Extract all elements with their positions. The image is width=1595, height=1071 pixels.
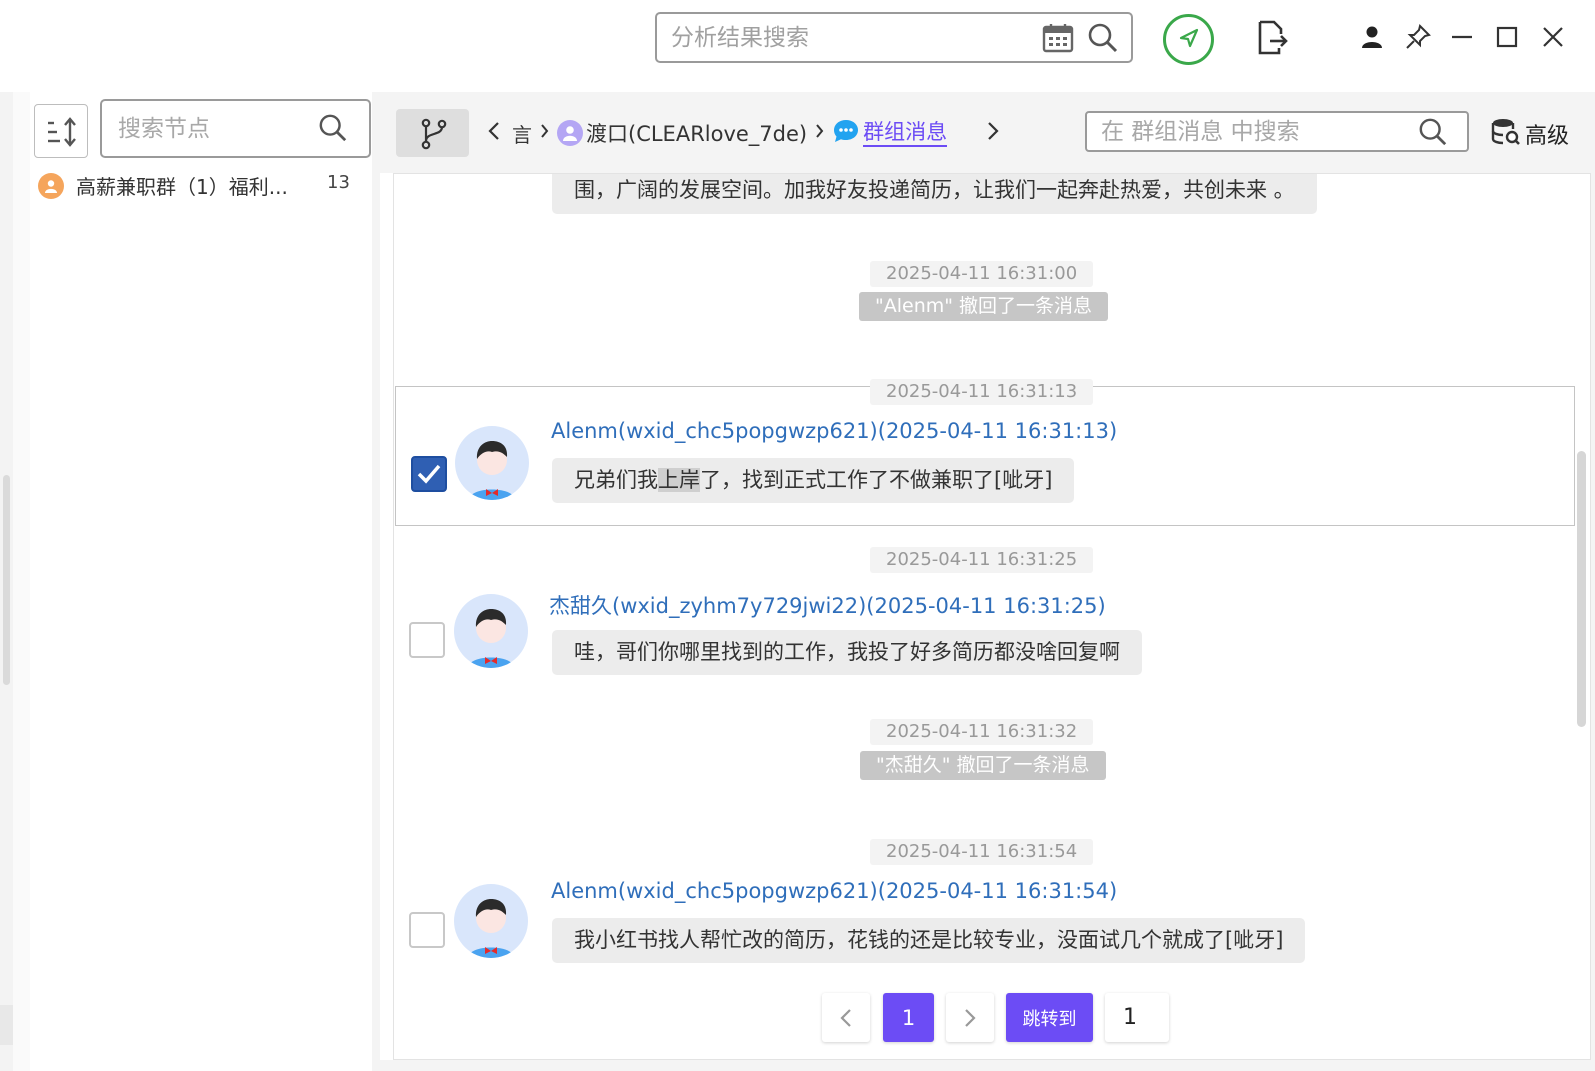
- message-checkbox[interactable]: [411, 456, 447, 492]
- page-button-current[interactable]: 1: [883, 993, 934, 1042]
- breadcrumb: 言 渡口(CLEARlove_7de) 群组消息: [488, 118, 999, 148]
- title-bar: [0, 0, 1595, 90]
- message-sender[interactable]: 杰甜久(wxid_zyhm7y729jwi22)(2025-04-11 16:3…: [549, 590, 1106, 620]
- message-bubble: 兄弟们我上岸了，找到正式工作了不做兼职了[呲牙]: [552, 458, 1075, 503]
- message-timestamp: 2025-04-11 16:31:54: [870, 839, 1094, 865]
- result-search-box[interactable]: [655, 12, 1133, 63]
- message-sender[interactable]: Alenm(wxid_chc5popgwzp621)(2025-04-11 16…: [551, 879, 1117, 903]
- node-search-box[interactable]: [100, 99, 371, 158]
- advanced-search-button[interactable]: 高级: [1491, 117, 1569, 151]
- minimize-icon[interactable]: [1451, 24, 1473, 52]
- close-icon[interactable]: [1541, 25, 1565, 53]
- next-page-button[interactable]: [946, 993, 994, 1042]
- rocket-icon: [1177, 26, 1201, 54]
- jump-to-button[interactable]: 跳转到: [1006, 993, 1093, 1042]
- left-edge-footer: [0, 1005, 13, 1045]
- sort-icon: [46, 117, 78, 151]
- breadcrumb-back-icon[interactable]: [488, 121, 500, 145]
- recall-notice: "Alenm" 撤回了一条消息: [859, 292, 1109, 321]
- recall-notice: "杰甜久" 撤回了一条消息: [860, 751, 1106, 780]
- message-search-input[interactable]: [1101, 116, 1401, 148]
- chat-scrollbar[interactable]: [1577, 451, 1586, 727]
- message-timestamp: 2025-04-11 16:31:25: [870, 547, 1094, 573]
- message-timestamp: 2025-04-11 16:31:00: [870, 261, 1094, 287]
- highlighted-text: 上岸: [658, 468, 700, 492]
- chevron-left-icon: [840, 1008, 851, 1027]
- result-search-input[interactable]: [671, 22, 1001, 54]
- message-checkbox[interactable]: [409, 622, 445, 658]
- contact-avatar-icon: [557, 120, 583, 146]
- message-bubble: 哇，哥们你哪里找到的工作，我投了好多简历都没啥回复啊: [552, 630, 1142, 675]
- sort-button[interactable]: [34, 104, 88, 158]
- branch-button[interactable]: [396, 109, 469, 157]
- breadcrumb-item-current[interactable]: 群组消息: [863, 119, 948, 147]
- avatar: [455, 426, 529, 500]
- prev-page-button[interactable]: [822, 993, 870, 1042]
- breadcrumb-forward-icon[interactable]: [987, 121, 999, 145]
- message-timestamp: 2025-04-11 16:31:32: [870, 719, 1094, 745]
- tree-item-count: 13: [327, 172, 350, 193]
- jump-page-input[interactable]: 1: [1105, 993, 1169, 1042]
- message-search-box[interactable]: [1085, 111, 1469, 152]
- search-icon[interactable]: [1087, 22, 1119, 58]
- panel-splitter[interactable]: [372, 92, 380, 1071]
- message-list[interactable]: 围，广阔的发展空间。加我好友投递简历，让我们一起奔赴热爱，共创未来 。 2025…: [393, 173, 1591, 1060]
- message-text: 兄弟们我: [574, 468, 658, 492]
- selected-message-row[interactable]: [395, 386, 1575, 526]
- chevron-right-icon: [815, 123, 824, 143]
- breadcrumb-item-contact[interactable]: 渡口(CLEARlove_7de): [586, 118, 807, 148]
- tree-item-label: 高薪兼职群（1）福利...: [76, 175, 288, 199]
- chevron-right-icon: [965, 1008, 976, 1027]
- bottom-gutter: [380, 1060, 1595, 1071]
- left-edge-scrollbar[interactable]: [3, 475, 10, 685]
- panel-gutter: [13, 92, 30, 1071]
- database-search-icon: [1491, 117, 1521, 151]
- branch-icon: [421, 118, 447, 154]
- chevron-right-icon: [540, 123, 549, 143]
- message-bubble: 我小红书找人帮忙改的简历，花钱的还是比较专业，没面试几个就成了[呲牙]: [552, 918, 1306, 963]
- maximize-icon[interactable]: [1496, 26, 1518, 52]
- breadcrumb-item-root[interactable]: 言: [512, 119, 532, 148]
- rocket-button[interactable]: [1163, 14, 1214, 65]
- group-icon: [38, 173, 64, 199]
- avatar: [454, 594, 528, 668]
- node-search-input[interactable]: [118, 113, 308, 145]
- user-icon[interactable]: [1361, 25, 1383, 53]
- right-gutter: [1591, 173, 1595, 1071]
- node-tree-panel: [30, 92, 372, 1071]
- search-icon[interactable]: [1418, 117, 1448, 151]
- avatar: [454, 884, 528, 958]
- message-timestamp: 2025-04-11 16:31:13: [870, 379, 1094, 405]
- message-text: 了，找到正式工作了不做兼职了[呲牙]: [700, 468, 1053, 492]
- check-icon: [417, 464, 441, 484]
- group-chat-icon: [832, 118, 860, 148]
- message-bubble: 围，广阔的发展空间。加我好友投递简历，让我们一起奔赴热爱，共创未来 。: [552, 174, 1317, 214]
- message-sender[interactable]: Alenm(wxid_chc5popgwzp621)(2025-04-11 16…: [551, 419, 1117, 443]
- export-icon[interactable]: [1257, 20, 1289, 60]
- calendar-icon[interactable]: [1042, 23, 1074, 57]
- message-checkbox[interactable]: [409, 912, 445, 948]
- advanced-label: 高级: [1525, 124, 1570, 149]
- search-icon[interactable]: [318, 113, 348, 147]
- tree-item[interactable]: 高薪兼职群（1）福利... 13: [38, 170, 368, 202]
- pin-icon[interactable]: [1405, 24, 1431, 54]
